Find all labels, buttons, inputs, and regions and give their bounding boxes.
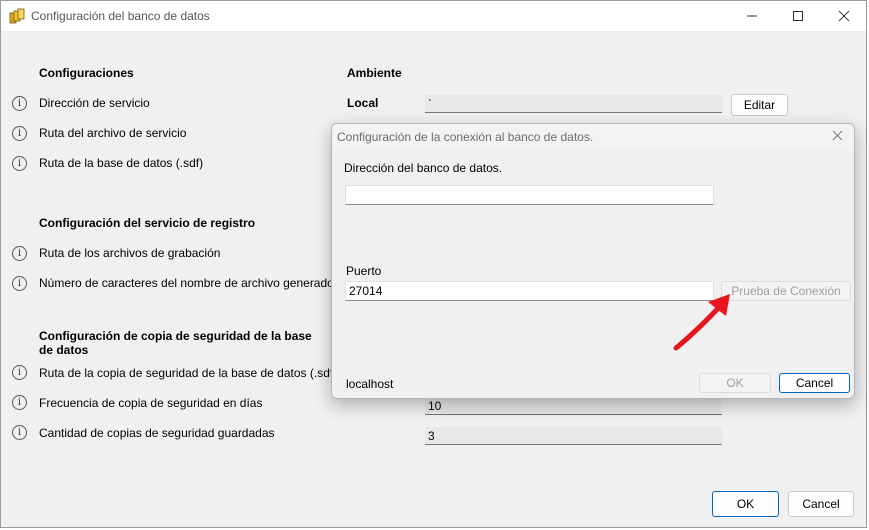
section-registro: Configuración del servicio de registro [39,216,256,230]
info-icon: i [12,96,27,111]
dialog-ok-button[interactable]: OK [699,373,771,393]
info-icon: i [12,126,27,141]
label-ruta-bd: Ruta de la base de datos (.sdf) [39,156,204,170]
dialog-title-bar: Configuración de la conexión al banco de… [332,124,854,150]
label-ruta-grabacion: Ruta de los archivos de grabación [39,246,221,260]
window-title: Configuración del banco de datos [31,9,210,23]
ok-button[interactable]: OK [712,491,779,517]
maximize-icon [793,11,803,21]
close-icon [832,130,842,141]
test-connection-button[interactable]: Prueba de Conexión [721,281,851,301]
info-icon: i [12,246,27,261]
info-icon: i [12,395,27,410]
editar-button[interactable]: Editar [731,94,788,116]
label-ruta-archivo-servicio: Ruta del archivo de servicio [39,126,187,140]
direccion-servicio-field[interactable]: ` [425,95,722,113]
port-label: Puerto [346,264,382,278]
info-icon: i [12,425,27,440]
ambiente-value: Local [347,96,379,110]
close-button[interactable] [821,1,867,31]
title-bar: Configuración del banco de datos [1,1,866,32]
label-frecuencia: Frecuencia de copia de seguridad en días [39,396,263,410]
minimize-button[interactable] [729,1,775,31]
close-icon [838,10,850,22]
address-label: Dirección del banco de datos. [344,161,503,175]
label-direccion-servicio: Dirección de servicio [39,96,150,110]
dialog-close-button[interactable] [828,127,846,145]
frecuencia-field[interactable]: 10 [425,397,722,415]
info-icon: i [12,156,27,171]
cantidad-field[interactable]: 3 [425,427,722,445]
annotation-arrow-icon [673,294,730,351]
section-configuraciones: Configuraciones [39,66,134,80]
connection-dialog: Configuración de la conexión al banco de… [331,123,855,399]
database-app-icon [9,8,25,24]
info-icon: i [12,365,27,380]
label-num-caracteres: Número de caracteres del nombre de archi… [39,276,334,290]
info-icon: i [12,276,27,291]
maximize-button[interactable] [775,1,821,31]
section-backup: Configuración de copia de seguridad de l… [39,329,312,357]
host-text: localhost [346,377,394,391]
label-ruta-copia: Ruta de la copia de seguridad de la base… [39,366,338,380]
label-cantidad: Cantidad de copias de seguridad guardada… [39,426,275,440]
cancel-button[interactable]: Cancel [788,491,854,517]
port-input[interactable]: 27014 [345,281,714,301]
minimize-icon [747,15,757,17]
section-ambiente: Ambiente [347,66,402,80]
dialog-cancel-button[interactable]: Cancel [779,373,850,393]
address-input[interactable] [345,185,714,205]
dialog-title: Configuración de la conexión al banco de… [337,130,594,144]
